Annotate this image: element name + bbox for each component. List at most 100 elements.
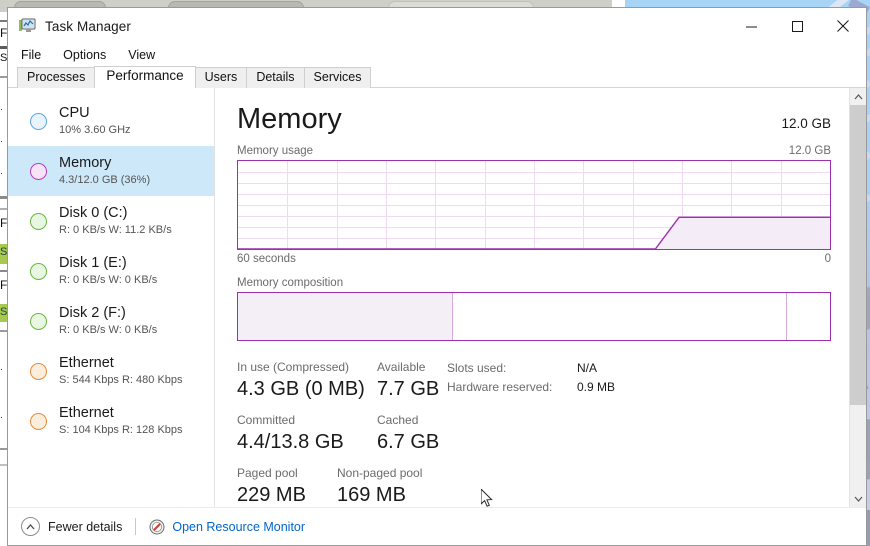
disk-indicator-icon bbox=[30, 212, 47, 230]
disk-indicator-icon bbox=[30, 262, 47, 280]
stat-hardware-reserved: Hardware reserved: 0.9 MB bbox=[447, 378, 615, 397]
resource-monitor-label: Open Resource Monitor bbox=[172, 519, 306, 534]
usage-graph-axis: 60 seconds 0 bbox=[237, 253, 831, 265]
stat-committed: Committed 4.4/13.8 GB bbox=[237, 412, 377, 456]
tab-performance[interactable]: Performance bbox=[94, 66, 196, 88]
axis-label-left: 60 seconds bbox=[237, 253, 296, 265]
sidebar-item-subtitle: R: 0 KB/s W: 11.2 KB/s bbox=[59, 224, 172, 236]
close-icon bbox=[837, 20, 849, 32]
stat-label: Non-paged pool bbox=[337, 466, 423, 480]
sidebar-item-subtitle: 10% 3.60 GHz bbox=[59, 124, 131, 136]
sidebar-item-subtitle: S: 104 Kbps R: 128 Kbps bbox=[59, 424, 183, 436]
tab-services[interactable]: Services bbox=[303, 67, 372, 88]
stat-cached: Cached 6.7 GB bbox=[377, 412, 447, 456]
fewer-details-button[interactable]: Fewer details bbox=[21, 517, 122, 536]
chevron-up-icon bbox=[854, 93, 862, 99]
stat-value: 4.4/13.8 GB bbox=[237, 431, 344, 453]
composition-label: Memory composition bbox=[237, 277, 344, 289]
scrollbar-thumb[interactable] bbox=[850, 105, 866, 405]
stat-value: 229 MB bbox=[237, 484, 306, 506]
sidebar-item-memory[interactable]: Memory 4.3/12.0 GB (36%) bbox=[8, 146, 214, 196]
chevron-up-icon bbox=[21, 517, 40, 536]
maximize-icon bbox=[791, 20, 803, 32]
composition-divider bbox=[786, 293, 788, 340]
sidebar-item-title: Disk 2 (F:) bbox=[59, 305, 126, 321]
stats-side-column: Slots used: N/A Hardware reserved: 0.9 M… bbox=[447, 359, 615, 397]
sidebar-item-disk2[interactable]: Disk 2 (F:) R: 0 KB/s W: 0 KB/s bbox=[8, 296, 214, 346]
stat-label: Hardware reserved: bbox=[447, 380, 553, 394]
composition-divider bbox=[452, 293, 454, 340]
scroll-up-button[interactable] bbox=[850, 88, 866, 105]
stat-value: 0.9 MB bbox=[577, 380, 616, 394]
window-title: Task Manager bbox=[45, 18, 131, 34]
task-manager-icon bbox=[18, 18, 36, 34]
sidebar-item-title: Disk 0 (C:) bbox=[59, 205, 128, 221]
window-footer: Fewer details Open Resource Monitor bbox=[8, 507, 866, 545]
tab-users[interactable]: Users bbox=[194, 67, 248, 88]
memory-indicator-icon bbox=[30, 162, 47, 180]
total-memory-value: 12.0 GB bbox=[781, 116, 831, 131]
resource-sidebar: CPU 10% 3.60 GHz Memory 4.3/12.0 GB (36%… bbox=[8, 88, 215, 507]
disk-indicator-icon bbox=[30, 312, 47, 330]
menu-file[interactable]: File bbox=[21, 48, 41, 62]
stat-inuse: In use (Compressed) 4.3 GB (0 MB) bbox=[237, 359, 377, 403]
tab-processes[interactable]: Processes bbox=[17, 67, 96, 88]
close-button[interactable] bbox=[820, 9, 866, 43]
scroll-down-button[interactable] bbox=[850, 490, 866, 507]
menubar: File Options View bbox=[8, 44, 866, 66]
minimize-button[interactable] bbox=[728, 9, 774, 43]
sidebar-item-ethernet-2[interactable]: Ethernet S: 104 Kbps R: 128 Kbps bbox=[8, 396, 214, 446]
sidebar-item-subtitle: R: 0 KB/s W: 0 KB/s bbox=[59, 274, 158, 286]
stat-available: Available 7.7 GB bbox=[377, 359, 447, 403]
menu-view[interactable]: View bbox=[128, 48, 155, 62]
panel-header: Memory 12.0 GB bbox=[237, 102, 831, 136]
usage-graph-label: Memory usage bbox=[237, 145, 314, 157]
tabstrip: Processes Performance Users Details Serv… bbox=[8, 66, 866, 88]
stat-label: Available bbox=[377, 360, 426, 374]
page-title: Memory bbox=[237, 103, 342, 135]
stat-value: 7.7 GB bbox=[377, 378, 440, 400]
sidebar-item-subtitle: 4.3/12.0 GB (36%) bbox=[59, 174, 151, 186]
tab-details[interactable]: Details bbox=[246, 67, 305, 88]
sidebar-item-title: Disk 1 (E:) bbox=[59, 255, 127, 271]
stat-value: N/A bbox=[577, 361, 598, 375]
footer-divider bbox=[135, 518, 137, 535]
stat-nonpaged-pool: Non-paged pool 169 MB bbox=[337, 465, 447, 507]
memory-usage-plot bbox=[238, 161, 830, 249]
stat-value: 4.3 GB (0 MB) bbox=[237, 378, 365, 400]
ethernet-indicator-icon bbox=[30, 412, 47, 430]
window-titlebar[interactable]: Task Manager bbox=[8, 8, 866, 44]
open-resource-monitor-link[interactable]: Open Resource Monitor bbox=[149, 519, 305, 535]
stat-label: In use (Compressed) bbox=[237, 360, 350, 374]
usage-graph-max: 12.0 GB bbox=[788, 145, 831, 157]
stat-label: Paged pool bbox=[237, 466, 298, 480]
ethernet-indicator-icon bbox=[30, 362, 47, 380]
task-manager-window: Task Manager File Options View Processes… bbox=[7, 7, 867, 546]
stat-label: Committed bbox=[237, 413, 296, 427]
sidebar-item-subtitle: S: 544 Kbps R: 480 Kbps bbox=[59, 374, 183, 386]
memory-composition-bar bbox=[237, 292, 831, 341]
stat-value: 6.7 GB bbox=[377, 431, 440, 453]
memory-statistics: In use (Compressed) 4.3 GB (0 MB) Availa… bbox=[237, 359, 831, 507]
mouse-cursor bbox=[480, 487, 495, 514]
sidebar-item-title: Memory bbox=[59, 155, 112, 171]
menu-options[interactable]: Options bbox=[63, 48, 106, 62]
stat-slots-used: Slots used: N/A bbox=[447, 359, 615, 378]
maximize-button[interactable] bbox=[774, 9, 820, 43]
composition-segment-inuse bbox=[238, 293, 453, 340]
sidebar-item-title: Ethernet bbox=[59, 405, 114, 421]
sidebar-item-disk1[interactable]: Disk 1 (E:) R: 0 KB/s W: 0 KB/s bbox=[8, 246, 214, 296]
axis-label-right: 0 bbox=[824, 253, 831, 265]
fewer-details-label: Fewer details bbox=[48, 519, 123, 534]
scrollbar-track[interactable] bbox=[850, 105, 866, 490]
sidebar-item-cpu[interactable]: CPU 10% 3.60 GHz bbox=[8, 96, 214, 146]
sidebar-item-disk0[interactable]: Disk 0 (C:) R: 0 KB/s W: 11.2 KB/s bbox=[8, 196, 214, 246]
sidebar-item-title: CPU bbox=[59, 105, 90, 121]
stat-value: 169 MB bbox=[337, 484, 406, 506]
resource-monitor-icon bbox=[149, 519, 165, 534]
stat-paged-pool: Paged pool 229 MB bbox=[237, 465, 337, 507]
minimize-icon bbox=[745, 26, 757, 27]
vertical-scrollbar[interactable] bbox=[849, 88, 866, 507]
chevron-down-icon bbox=[854, 496, 862, 502]
sidebar-item-ethernet-1[interactable]: Ethernet S: 544 Kbps R: 480 Kbps bbox=[8, 346, 214, 396]
